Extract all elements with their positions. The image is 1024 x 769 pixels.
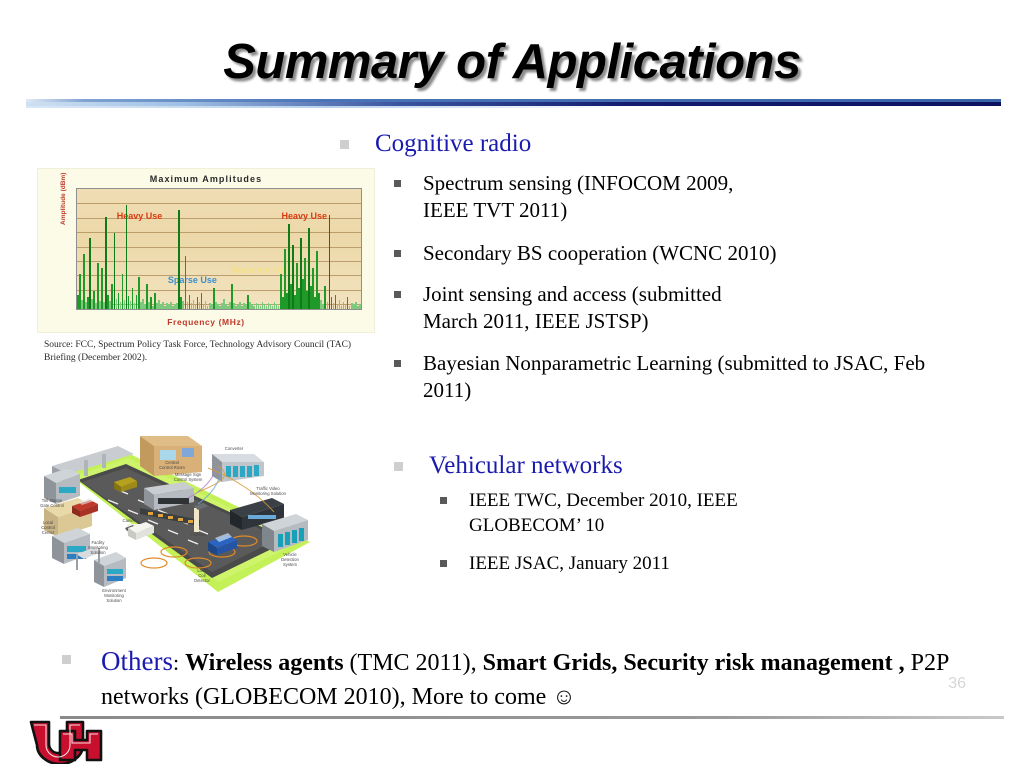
bullet-vehicular-networks: Vehicular networks (394, 451, 714, 481)
chart-bar (184, 256, 187, 309)
bullet-square-icon (440, 497, 447, 504)
bullet-square-icon (394, 462, 403, 471)
list-item: Secondary BS cooperation (WCNC 2010) (394, 240, 954, 267)
footer-divider (60, 716, 1004, 719)
bullet-square-icon (394, 291, 401, 298)
others-colon: : (172, 650, 180, 675)
svg-text:Center: Center (42, 530, 55, 535)
chart-plot-area: Heavy Use Heavy Use Sparse Use Moderate … (76, 188, 362, 310)
chart-bar (328, 214, 331, 309)
chart-y-axis-label: Amplitude (dBm) (60, 172, 67, 225)
bullet-square-icon (394, 250, 401, 257)
bullet-cognitive-radio: Cognitive radio (340, 129, 640, 159)
group-heading: Cognitive radio (375, 130, 532, 157)
svg-text:Gate Control: Gate Control (40, 503, 64, 508)
bullet-others: Others: Wireless agents (TMC 2011), Smar… (62, 642, 962, 714)
group-heading: Vehicular networks (429, 452, 623, 479)
university-of-houston-logo (27, 718, 103, 766)
page-title: Summary of Applications (223, 35, 801, 89)
bullet-square-icon (394, 180, 401, 187)
others-segment-security-risk: Security risk management , (623, 650, 905, 676)
others-text: Others: Wireless agents (TMC 2011), Smar… (101, 642, 962, 714)
vehicular-network-diagram: Toll Station Gate Control Local Control … (22, 432, 314, 604)
svg-text:Solution: Solution (90, 550, 106, 555)
chart-title: Maximum Amplitudes (149, 174, 263, 184)
chart-bar (358, 304, 361, 309)
bullet-square-icon (340, 140, 349, 149)
others-keyword: Others (101, 646, 173, 676)
list-item: Spectrum sensing (INFOCOM 2009, IEEE TVT… (394, 170, 954, 225)
bullet-square-icon (440, 560, 447, 567)
chart-bar (83, 253, 85, 309)
chart-annotation-sparse-use: Sparse Use (167, 275, 217, 286)
svg-text:Camera: Camera (191, 532, 207, 537)
svg-text:System: System (283, 562, 297, 567)
svg-text:Camera: Camera (123, 518, 139, 523)
others-segment-smart-grids: Smart Grids, (482, 650, 618, 676)
bullet-square-icon (394, 360, 401, 367)
title-divider (26, 99, 1001, 108)
svg-text:Converter: Converter (225, 446, 244, 451)
list-item: Joint sensing and access (submitted Marc… (394, 281, 954, 336)
list-item-label: Joint sensing and access (submitted Marc… (423, 282, 722, 334)
others-segment-tmc: (TMC 2011), (349, 650, 477, 676)
chart-bar (113, 232, 116, 309)
chart-annotation-heavy-use-right: Heavy Use (281, 210, 328, 221)
svg-text:Monitoring Solution: Monitoring Solution (250, 491, 287, 496)
svg-text:Control System: Control System (174, 477, 203, 482)
chart-bar (178, 209, 181, 309)
list-item-label: Spectrum sensing (INFOCOM 2009, IEEE TVT… (423, 171, 734, 223)
list-item-label: IEEE JSAC, January 2011 (469, 553, 670, 574)
list-item: IEEE TWC, December 2010, IEEE GLOBECOM’ … (440, 489, 910, 538)
chart-annotation-moderate-use: Moderate Use (230, 264, 290, 275)
list-item-label: Secondary BS cooperation (WCNC 2010) (423, 241, 777, 265)
chart-source-caption: Source: FCC, Spectrum Policy Task Force,… (44, 340, 352, 363)
svg-text:Solution: Solution (106, 598, 122, 603)
svg-text:Detector: Detector (194, 578, 210, 583)
smiley-icon: ☺ (552, 684, 576, 710)
page-number: 36 (948, 675, 966, 692)
chart-x-axis-label: Frequency (MHz) (167, 317, 245, 327)
list-item: Bayesian Nonparametric Learning (submitt… (394, 350, 974, 405)
chart-bar (125, 205, 128, 309)
list-item-label: IEEE TWC, December 2010, IEEE GLOBECOM’ … (469, 490, 738, 536)
list-item-label: Bayesian Nonparametric Learning (submitt… (423, 351, 926, 403)
chart-annotation-heavy-use-left: Heavy Use (116, 210, 163, 221)
list-item: IEEE JSAC, January 2011 (440, 552, 910, 577)
bullet-square-icon (62, 655, 71, 664)
others-segment-wireless-agents: Wireless agents (185, 650, 344, 676)
spectrum-occupancy-chart: Maximum Amplitudes Amplitude (dBm) Heavy… (37, 168, 375, 333)
svg-text:Control Room: Control Room (159, 465, 185, 470)
divider-fade-line (26, 106, 631, 108)
